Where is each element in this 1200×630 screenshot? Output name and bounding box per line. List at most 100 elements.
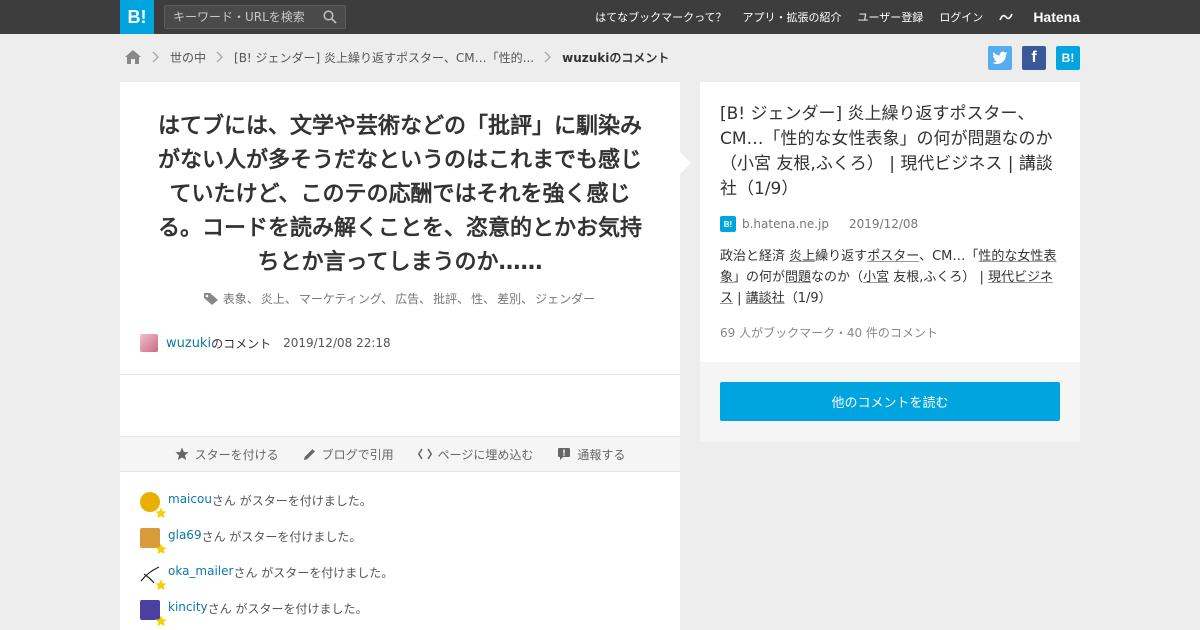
star-user-name[interactable]: oka_mailer [168, 564, 233, 578]
hatena-bookmark-logo[interactable]: B! [120, 0, 154, 34]
entry-description: 政治と経済 炎上繰り返すポスター、CM…「性的な女性表象」の何が問題なのか（小宮… [720, 246, 1065, 309]
entry-title[interactable]: [B! ジェンダー] 炎上繰り返すポスター、CM…「性的な女性表象」の何が問題な… [720, 102, 1065, 202]
star-user-name[interactable]: kincity [168, 600, 208, 614]
avatar[interactable] [140, 528, 167, 555]
star-icon [155, 579, 167, 591]
twitter-share-button[interactable] [988, 46, 1012, 70]
entry-domain[interactable]: b.hatena.ne.jp [742, 217, 829, 231]
hatena-brand-link[interactable]: Hatena [999, 9, 1080, 25]
pencil-icon [303, 448, 315, 460]
brand-name: Hatena [1033, 9, 1080, 25]
read-more-comments-button[interactable]: 他のコメントを読む [720, 382, 1060, 421]
search-input[interactable] [165, 6, 315, 28]
hatena-wave-icon [999, 13, 1014, 21]
author-suffix: のコメント [211, 336, 272, 351]
comment-date[interactable]: 2019/12/08 22:18 [283, 336, 391, 350]
star-icon [155, 615, 167, 627]
card-pointer [680, 152, 691, 174]
chevron-right-icon [152, 51, 159, 63]
comment-card: はてブには、文学や芸術などの「批評」に馴染みがない人が多そうだなというのはこれま… [120, 82, 680, 630]
description-text: 、CM…「 [919, 249, 979, 264]
keyword-link[interactable]: 問題 [785, 270, 811, 285]
tag-item[interactable]: 批評、 [433, 290, 469, 307]
star-list-item: kincity さん がスターを付けました。 [140, 600, 393, 630]
nav-about[interactable]: はてなブックマークって？ [595, 9, 726, 25]
keyword-link[interactable]: 炎上 [789, 249, 815, 264]
author-username[interactable]: wuzuki [166, 336, 211, 351]
top-nav: はてなブックマークって？ アプリ・拡張の紹介 ユーザー登録 ログイン Haten… [579, 0, 1080, 34]
description-text: （1/9） [784, 291, 832, 306]
search-icon[interactable] [323, 10, 337, 24]
keyword-link[interactable]: 講談社 [746, 291, 785, 306]
description-text: 繰り返す [815, 249, 868, 264]
comment-author: wuzuki のコメント 2019/12/08 22:18 [140, 334, 391, 352]
breadcrumb-current: wuzukiのコメント [562, 50, 670, 65]
star-list-item: gla69 さん がスターを付けました。 [140, 528, 393, 564]
home-icon[interactable] [124, 49, 142, 65]
nav-register[interactable]: ユーザー登録 [858, 9, 924, 25]
embed-button[interactable]: ページに埋め込む [417, 446, 534, 463]
star-text: さん がスターを付けました。 [207, 602, 368, 616]
star-text: さん がスターを付けました。 [233, 566, 394, 580]
chevron-right-icon [544, 51, 552, 63]
tag-item[interactable]: マーケティング、 [299, 290, 393, 307]
embed-label: ページに埋め込む [437, 447, 534, 462]
keyword-link[interactable]: 小宮 [863, 270, 889, 285]
keyword-link[interactable]: ポスター [867, 249, 919, 264]
description-text: | [733, 291, 746, 306]
avatar[interactable] [140, 334, 158, 352]
entry-date: 2019/12/08 [849, 217, 919, 231]
tag-item[interactable]: 広告、 [395, 290, 431, 307]
description-text: 政治と経済 [720, 249, 786, 264]
comment-actions: スターを付ける ブログで引用 ページに埋め込む 通報する [120, 436, 680, 472]
report-icon [558, 448, 571, 460]
blog-quote-label: ブログで引用 [321, 447, 394, 462]
description-text: 友根,ふくろ） | [889, 270, 988, 285]
star-list: maicou さん がスターを付けました。 gla69 さん がスターを付けまし… [140, 492, 393, 630]
report-button[interactable]: 通報する [557, 446, 625, 463]
blog-quote-button[interactable]: ブログで引用 [303, 446, 394, 463]
entry-card: [B! ジェンダー] 炎上繰り返すポスター、CM…「性的な女性表象」の何が問題な… [700, 82, 1080, 442]
chevron-right-icon [216, 51, 224, 63]
tag-item[interactable]: 差別、 [497, 290, 533, 307]
tag-item[interactable]: 表象、 [223, 290, 259, 307]
tag-item[interactable]: 炎上、 [261, 290, 297, 307]
tag-item[interactable]: ジェンダー [535, 290, 595, 307]
facebook-share-button[interactable]: f [1022, 46, 1046, 70]
twitter-bird-icon [992, 51, 1008, 64]
star-icon [175, 447, 189, 460]
description-text: なのか（ [811, 270, 864, 285]
share-buttons: f B! [978, 46, 1080, 70]
avatar[interactable] [140, 564, 167, 591]
hatena-bookmark-share-button[interactable]: B! [1056, 46, 1080, 70]
bookmark-count[interactable]: 69 人がブックマーク・40 件のコメント [720, 324, 938, 341]
add-star-label: スターを付ける [194, 447, 279, 462]
tag-list: 表象、 炎上、 マーケティング、 広告、 批評、 性、 差別、 ジェンダー [120, 290, 680, 307]
star-text: さん がスターを付けました。 [201, 530, 362, 544]
add-star-button[interactable]: スターを付ける [175, 446, 279, 463]
tag-icon [203, 292, 218, 305]
code-icon [417, 448, 432, 460]
star-user-name[interactable]: maicou [168, 492, 212, 506]
nav-apps[interactable]: アプリ・拡張の紹介 [743, 9, 842, 25]
star-list-item: maicou さん がスターを付けました。 [140, 492, 393, 528]
breadcrumb: 世の中 [B! ジェンダー] 炎上繰り返すポスター、CM…「性的... wuzu… [124, 46, 669, 68]
tag-item[interactable]: 性、 [471, 290, 495, 307]
avatar[interactable] [140, 492, 167, 519]
comment-body: はてブには、文学や芸術などの「批評」に馴染みがない人が多そうだなというのはこれま… [157, 114, 642, 275]
star-icon [155, 543, 167, 555]
breadcrumb-category[interactable]: 世の中 [170, 49, 206, 66]
nav-login[interactable]: ログイン [939, 9, 983, 25]
entry-card-footer: 他のコメントを読む [700, 362, 1080, 442]
star-icon [155, 507, 167, 519]
report-label: 通報する [577, 447, 626, 462]
divider [120, 374, 680, 375]
star-list-item: oka_mailer さん がスターを付けました。 [140, 564, 393, 600]
avatar[interactable] [140, 600, 167, 627]
star-user-name[interactable]: gla69 [168, 528, 202, 542]
star-text: さん がスターを付けました。 [211, 494, 372, 508]
entry-meta: B! b.hatena.ne.jp 2019/12/08 [720, 216, 918, 232]
top-bar: B! はてなブックマークって？ アプリ・拡張の紹介 ユーザー登録 ログイン Ha… [0, 0, 1200, 34]
search-box[interactable] [164, 5, 346, 29]
breadcrumb-entry[interactable]: [B! ジェンダー] 炎上繰り返すポスター、CM…「性的... [234, 49, 534, 66]
